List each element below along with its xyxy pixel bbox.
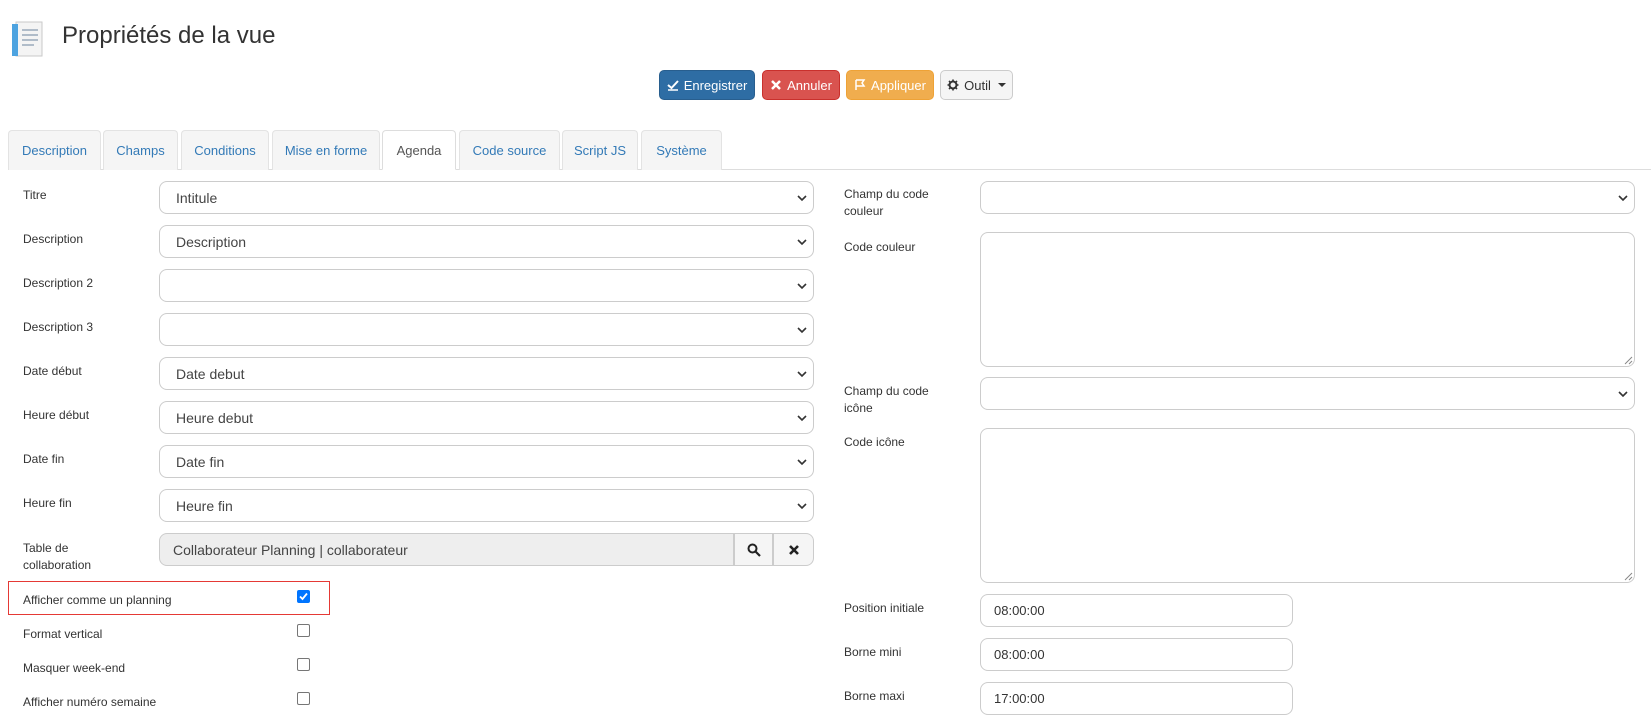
titre-value: Intitule [176,189,218,206]
date-fin-label: Date fin [23,452,65,466]
champ-icone-label-line1: Champ du code [844,384,929,398]
heure-fin-value: Heure fin [176,497,233,514]
planning-checkbox[interactable] [297,590,310,603]
chevron-down-icon [797,283,807,290]
weekend-label: Masquer week-end [23,661,126,675]
date-debut-value: Date debut [176,365,245,382]
weekend-checkbox[interactable] [297,658,310,671]
flag-icon [855,79,866,90]
planning-label: Afficher comme un planning [23,593,172,607]
vertical-label: Format vertical [23,627,103,641]
code-couleur-textarea[interactable] [980,232,1635,367]
table-collab-label-line2: collaboration [23,558,92,572]
date-debut-label: Date début [23,364,82,378]
table-collab-label-line1: Table de [23,541,69,555]
chevron-down-icon [797,239,807,246]
chevron-down-icon [1618,391,1628,398]
gear-icon [947,79,959,91]
code-icone-label: Code icône [844,435,905,449]
chevron-down-icon [1618,195,1628,202]
save-button-label: Enregistrer [683,77,748,93]
champ-icone-label-line2: icône [844,401,873,415]
save-check-icon [667,80,679,91]
code-icone-textarea[interactable] [980,428,1635,583]
week-number-checkbox[interactable] [297,692,310,705]
tab-description[interactable]: Description [8,130,101,170]
tab-script-js[interactable]: Script JS [562,130,638,170]
champ-icone-select[interactable] [980,377,1635,410]
description3-label: Description 3 [23,320,94,334]
tab-champs[interactable]: Champs [103,130,178,170]
date-fin-select[interactable]: Date fin [159,445,814,478]
week-number-label: Afficher numéro semaine [23,695,157,709]
description2-label: Description 2 [23,276,94,290]
champ-couleur-label-line2: couleur [844,204,884,218]
description-value: Description [176,233,247,250]
position-initiale-input[interactable]: 08:00:00 [980,594,1293,627]
resize-grip-icon[interactable] [1624,356,1633,365]
heure-fin-label: Heure fin [23,496,72,510]
chevron-down-icon [797,459,807,466]
save-button[interactable]: Enregistrer [659,70,755,100]
table-collab-input[interactable]: Collaborateur Planning | collaborateur [159,533,734,566]
date-debut-select[interactable]: Date debut [159,357,814,390]
chevron-down-icon [797,415,807,422]
borne-maxi-input[interactable]: 17:00:00 [980,682,1293,715]
tab-systeme[interactable]: Système [641,130,722,170]
heure-fin-select[interactable]: Heure fin [159,489,814,522]
check-icon [299,592,308,601]
tab-conditions[interactable]: Conditions [181,130,269,170]
close-icon [788,544,799,555]
resize-grip-icon[interactable] [1624,572,1633,581]
chevron-down-icon [797,503,807,510]
code-couleur-label: Code couleur [844,240,916,254]
tools-button-label: Outil [964,77,991,93]
champ-couleur-select[interactable] [980,181,1635,214]
heure-debut-label: Heure début [23,408,90,422]
page-title: Propriétés de la vue [62,22,276,49]
apply-button-label: Appliquer [871,77,926,93]
tab-agenda[interactable]: Agenda [382,130,456,170]
table-collab-label: Table de collaboration [23,540,91,574]
champ-icone-label: Champ du code icône [844,383,929,417]
table-collab-search-button[interactable] [734,533,773,566]
date-fin-value: Date fin [176,453,225,470]
chevron-down-icon [797,371,807,378]
heure-debut-value: Heure debut [176,409,254,426]
description3-select[interactable] [159,313,814,346]
cancel-button[interactable]: Annuler [762,70,840,100]
description-label: Description [23,232,84,246]
champ-couleur-label: Champ du code couleur [844,186,929,220]
chevron-down-icon [797,327,807,334]
description-select[interactable]: Description [159,225,814,258]
chevron-down-icon [997,83,1006,87]
table-collab-clear-button[interactable] [773,533,814,566]
tools-dropdown-button[interactable]: Outil [940,70,1013,100]
tab-code-source[interactable]: Code source [459,130,560,170]
champ-couleur-label-line1: Champ du code [844,187,929,201]
description2-select[interactable] [159,269,814,302]
search-icon [747,543,761,557]
position-initiale-label: Position initiale [844,601,925,615]
borne-mini-label: Borne mini [844,645,902,659]
cancel-button-label: Annuler [787,77,832,93]
document-icon [10,20,46,58]
chevron-down-icon [797,195,807,202]
vertical-checkbox[interactable] [297,624,310,637]
heure-debut-select[interactable]: Heure debut [159,401,814,434]
titre-label: Titre [23,188,47,202]
borne-mini-input[interactable]: 08:00:00 [980,638,1293,671]
titre-select[interactable]: Intitule [159,181,814,214]
tab-mise-en-forme[interactable]: Mise en forme [272,130,380,170]
apply-button[interactable]: Appliquer [846,70,934,100]
borne-maxi-label: Borne maxi [844,689,905,703]
close-icon [771,80,781,90]
